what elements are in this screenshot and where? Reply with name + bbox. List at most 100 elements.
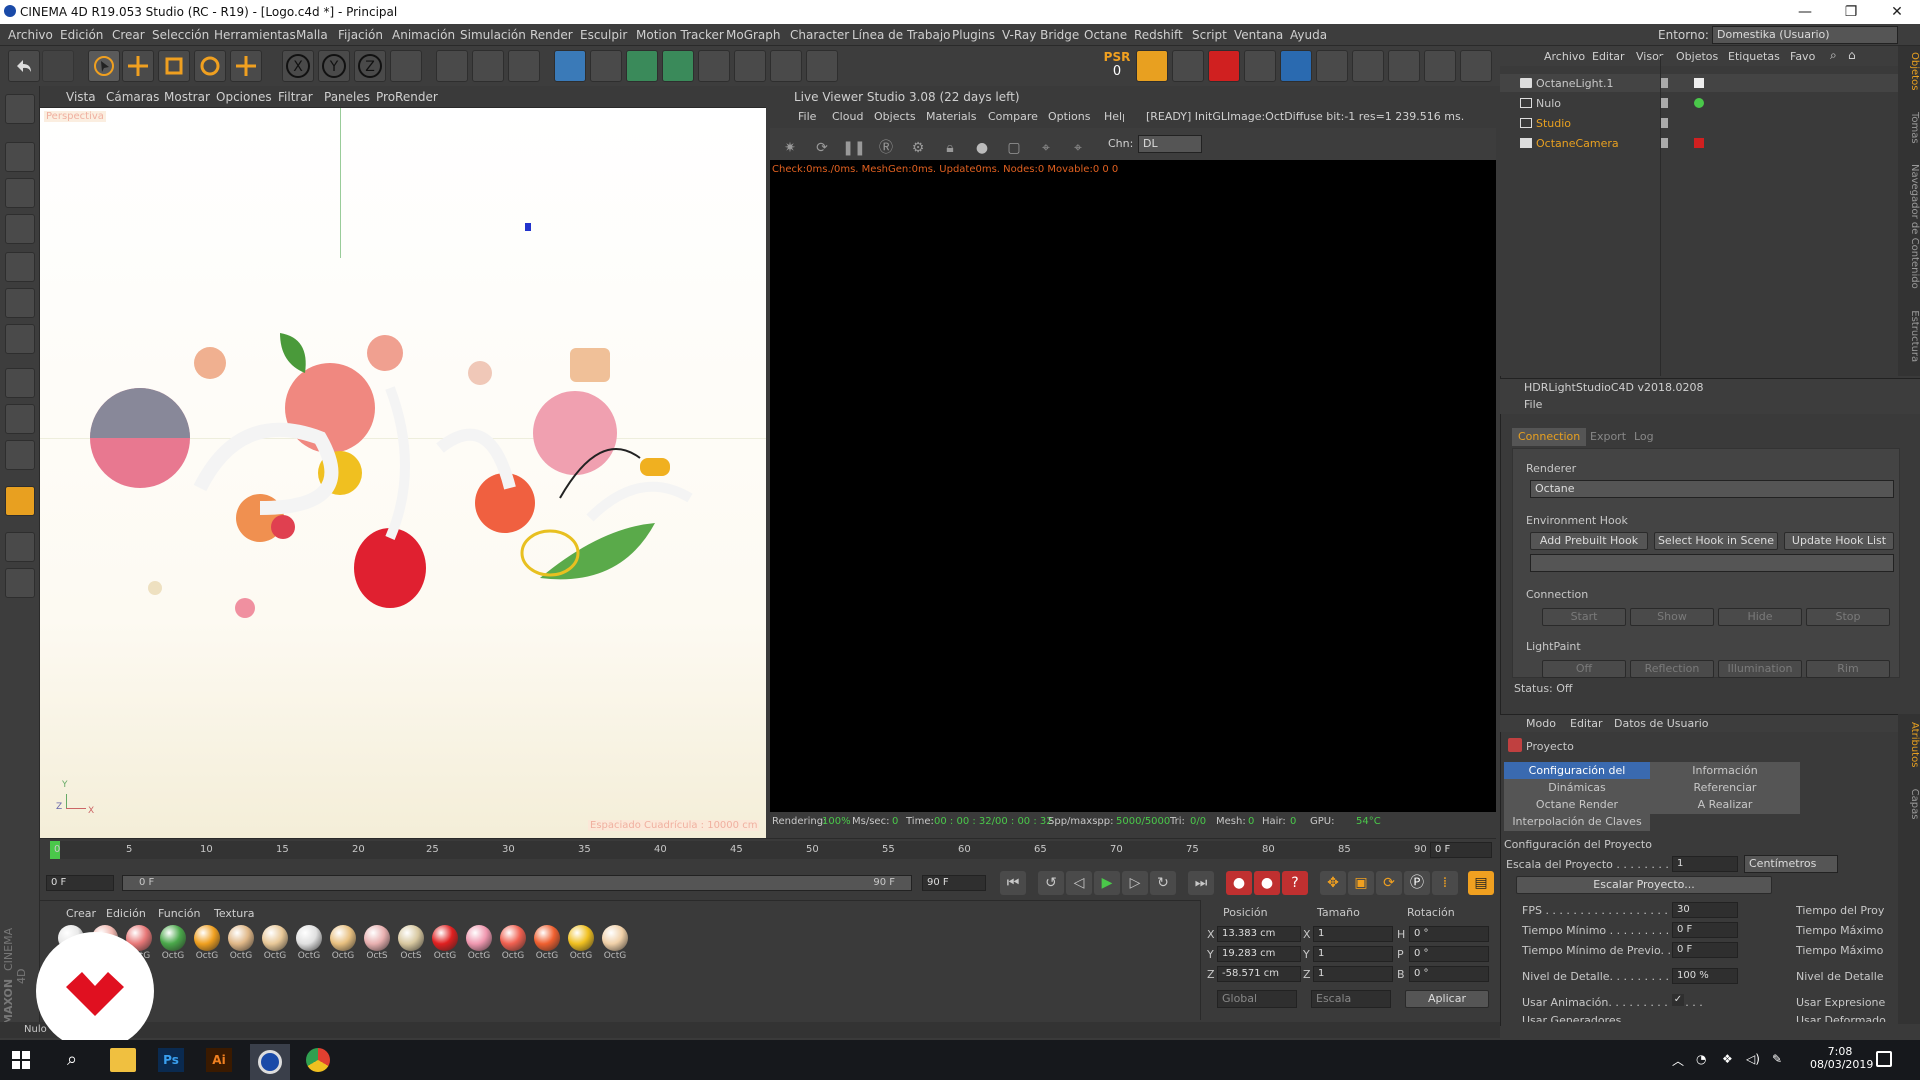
end-frame-field[interactable]: 90 F xyxy=(922,875,986,891)
key-rotation-icon[interactable]: ⟳ xyxy=(1376,871,1402,895)
attr-menu-editar[interactable]: Editar xyxy=(1570,717,1603,730)
octane-mix-icon[interactable] xyxy=(1460,50,1492,82)
photoshop-icon[interactable]: Ps xyxy=(158,1048,184,1072)
tab-octane-render[interactable]: Octane Render xyxy=(1504,796,1650,814)
autokey-icon[interactable]: ● xyxy=(1254,871,1280,895)
render-picture-viewer-icon[interactable] xyxy=(472,50,504,82)
menu-edicion[interactable]: Edición xyxy=(60,28,103,42)
vp-menu-mostrar[interactable]: Mostrar xyxy=(164,90,210,104)
chrome-icon[interactable] xyxy=(306,1048,330,1072)
mat-menu-funcion[interactable]: Función xyxy=(158,907,200,920)
select-hook-button[interactable]: Select Hook in Scene xyxy=(1654,532,1778,550)
prev-frame-icon[interactable]: ◁ xyxy=(1066,871,1092,895)
dropbox-icon[interactable]: ❖ xyxy=(1722,1052,1733,1066)
side-tab-tomas[interactable]: Tomas xyxy=(1909,112,1920,144)
rot-p-field[interactable]: 0 ° xyxy=(1409,946,1489,962)
menu-character[interactable]: Character xyxy=(790,28,849,42)
grid-lock-icon[interactable] xyxy=(5,532,35,562)
fps-field[interactable]: 30 xyxy=(1672,902,1738,918)
layer-toggle-icon[interactable] xyxy=(1660,138,1668,148)
next-frame-icon[interactable]: ▷ xyxy=(1122,871,1148,895)
update-hook-list-button[interactable]: Update Hook List xyxy=(1784,532,1894,550)
pos-z-field[interactable]: -58.571 cm xyxy=(1217,966,1301,982)
next-key-icon[interactable]: ↻ xyxy=(1150,871,1176,895)
render-settings-icon[interactable] xyxy=(508,50,540,82)
make-editable-icon[interactable] xyxy=(5,94,35,124)
timeline-ruler[interactable] xyxy=(50,841,1440,859)
lv-menu-file[interactable]: File xyxy=(798,110,816,123)
coord-system-select[interactable]: Global xyxy=(1217,990,1297,1008)
select-arrow-icon[interactable] xyxy=(88,50,120,82)
menu-ayuda[interactable]: Ayuda xyxy=(1290,28,1327,42)
grid-snap-icon[interactable] xyxy=(5,568,35,598)
material-swatch[interactable]: OctS xyxy=(396,925,426,965)
tab-interpolacion-claves[interactable]: Interpolación de Claves xyxy=(1504,813,1650,831)
octane-light-tag-icon[interactable] xyxy=(1694,78,1704,88)
material-swatch[interactable]: OctG xyxy=(294,925,324,965)
camera-icon[interactable] xyxy=(770,50,802,82)
lv-menu-cloud[interactable]: Cloud xyxy=(832,110,863,123)
layer-toggle-icon[interactable] xyxy=(1660,98,1668,108)
hdr-file-menu[interactable]: File xyxy=(1524,398,1542,411)
octane-camera-tag-icon[interactable] xyxy=(1694,138,1704,148)
hide-button[interactable]: Hide xyxy=(1718,608,1802,626)
material-swatch[interactable]: OctG xyxy=(600,925,630,965)
menu-mograph[interactable]: MoGraph xyxy=(726,28,781,42)
usar-animacion-checkbox[interactable]: ✓ xyxy=(1672,994,1684,1006)
search-icon[interactable]: ⌕ xyxy=(1830,48,1837,63)
obj-menu-favo[interactable]: Favo xyxy=(1790,50,1815,63)
side-tab-navegador[interactable]: Navegador de Contenido xyxy=(1909,164,1920,289)
octane-hdri-icon[interactable] xyxy=(1316,50,1348,82)
play-icon[interactable]: ▶ xyxy=(1094,871,1120,895)
material-swatch[interactable]: OctG xyxy=(464,925,494,965)
workplane-icon[interactable] xyxy=(5,214,35,244)
octane-daylight-icon[interactable] xyxy=(1280,50,1312,82)
start-button[interactable]: Start xyxy=(1542,608,1626,626)
lv-menu-help[interactable]: Help xyxy=(1104,110,1124,123)
hook-select[interactable] xyxy=(1530,554,1894,572)
menu-octane[interactable]: Octane xyxy=(1084,28,1127,42)
hdr-tab-log[interactable]: Log xyxy=(1628,428,1660,446)
tab-informacion[interactable]: Información xyxy=(1650,762,1800,780)
material-swatch[interactable]: OctG xyxy=(158,925,188,965)
material-swatch[interactable]: OctS xyxy=(362,925,392,965)
obj-menu-archivo[interactable]: Archivo xyxy=(1544,50,1585,63)
obj-menu-etiquetas[interactable]: Etiquetas xyxy=(1728,50,1780,63)
renderer-select[interactable]: Octane xyxy=(1530,480,1894,498)
key-param-icon[interactable]: Ⓟ xyxy=(1404,871,1430,895)
menu-plugins[interactable]: Plugins xyxy=(952,28,995,42)
lightpaint-reflection-button[interactable]: Reflection xyxy=(1630,660,1714,678)
side-tab-atributos[interactable]: Atributos xyxy=(1909,722,1920,767)
octane-tag-icon[interactable] xyxy=(1694,98,1704,108)
menu-archivo[interactable]: Archivo xyxy=(8,28,53,42)
volume-icon[interactable]: ◁) xyxy=(1746,1052,1760,1066)
cloner-icon[interactable] xyxy=(662,50,694,82)
nivel-detalle-field[interactable]: 100 % xyxy=(1672,968,1738,984)
psr-icon[interactable]: PSR 0 xyxy=(1100,50,1134,82)
hdr-tab-export[interactable]: Export xyxy=(1584,428,1632,446)
mat-menu-crear[interactable]: Crear xyxy=(66,907,96,920)
menu-render[interactable]: Render xyxy=(530,28,573,42)
environment-select[interactable]: Domestika (Usuario) xyxy=(1712,26,1898,44)
rot-b-field[interactable]: 0 ° xyxy=(1409,966,1489,982)
timeline-window-icon[interactable]: ▤ xyxy=(1468,871,1494,895)
octane-live-viewer-icon[interactable] xyxy=(1136,50,1168,82)
tiempo-minimo-previo-field[interactable]: 0 F xyxy=(1672,942,1738,958)
key-scale-icon[interactable]: ▣ xyxy=(1348,871,1374,895)
menu-vray-bridge[interactable]: V-Ray Bridge xyxy=(1002,28,1079,42)
menu-linea-trabajo[interactable]: Línea de Trabajo xyxy=(852,28,951,42)
stop-button[interactable]: Stop xyxy=(1806,608,1890,626)
menu-herramientas[interactable]: Herramientas xyxy=(214,28,296,42)
menu-fijacion[interactable]: Fijación xyxy=(338,28,383,42)
polygons-mode-icon[interactable] xyxy=(5,324,35,354)
add-icon[interactable] xyxy=(230,50,262,82)
size-x-field[interactable]: 1 xyxy=(1313,926,1393,942)
illustrator-icon[interactable]: Ai xyxy=(206,1048,232,1072)
home-icon[interactable]: ⌂ xyxy=(1848,48,1856,62)
points-mode-icon[interactable] xyxy=(5,252,35,282)
texture-mode-icon[interactable] xyxy=(5,178,35,208)
octane-specular-icon[interactable] xyxy=(1424,50,1456,82)
tab-referenciar[interactable]: Referenciar xyxy=(1650,779,1800,797)
menu-esculpir[interactable]: Esculpir xyxy=(580,28,627,42)
scale-icon[interactable] xyxy=(158,50,190,82)
